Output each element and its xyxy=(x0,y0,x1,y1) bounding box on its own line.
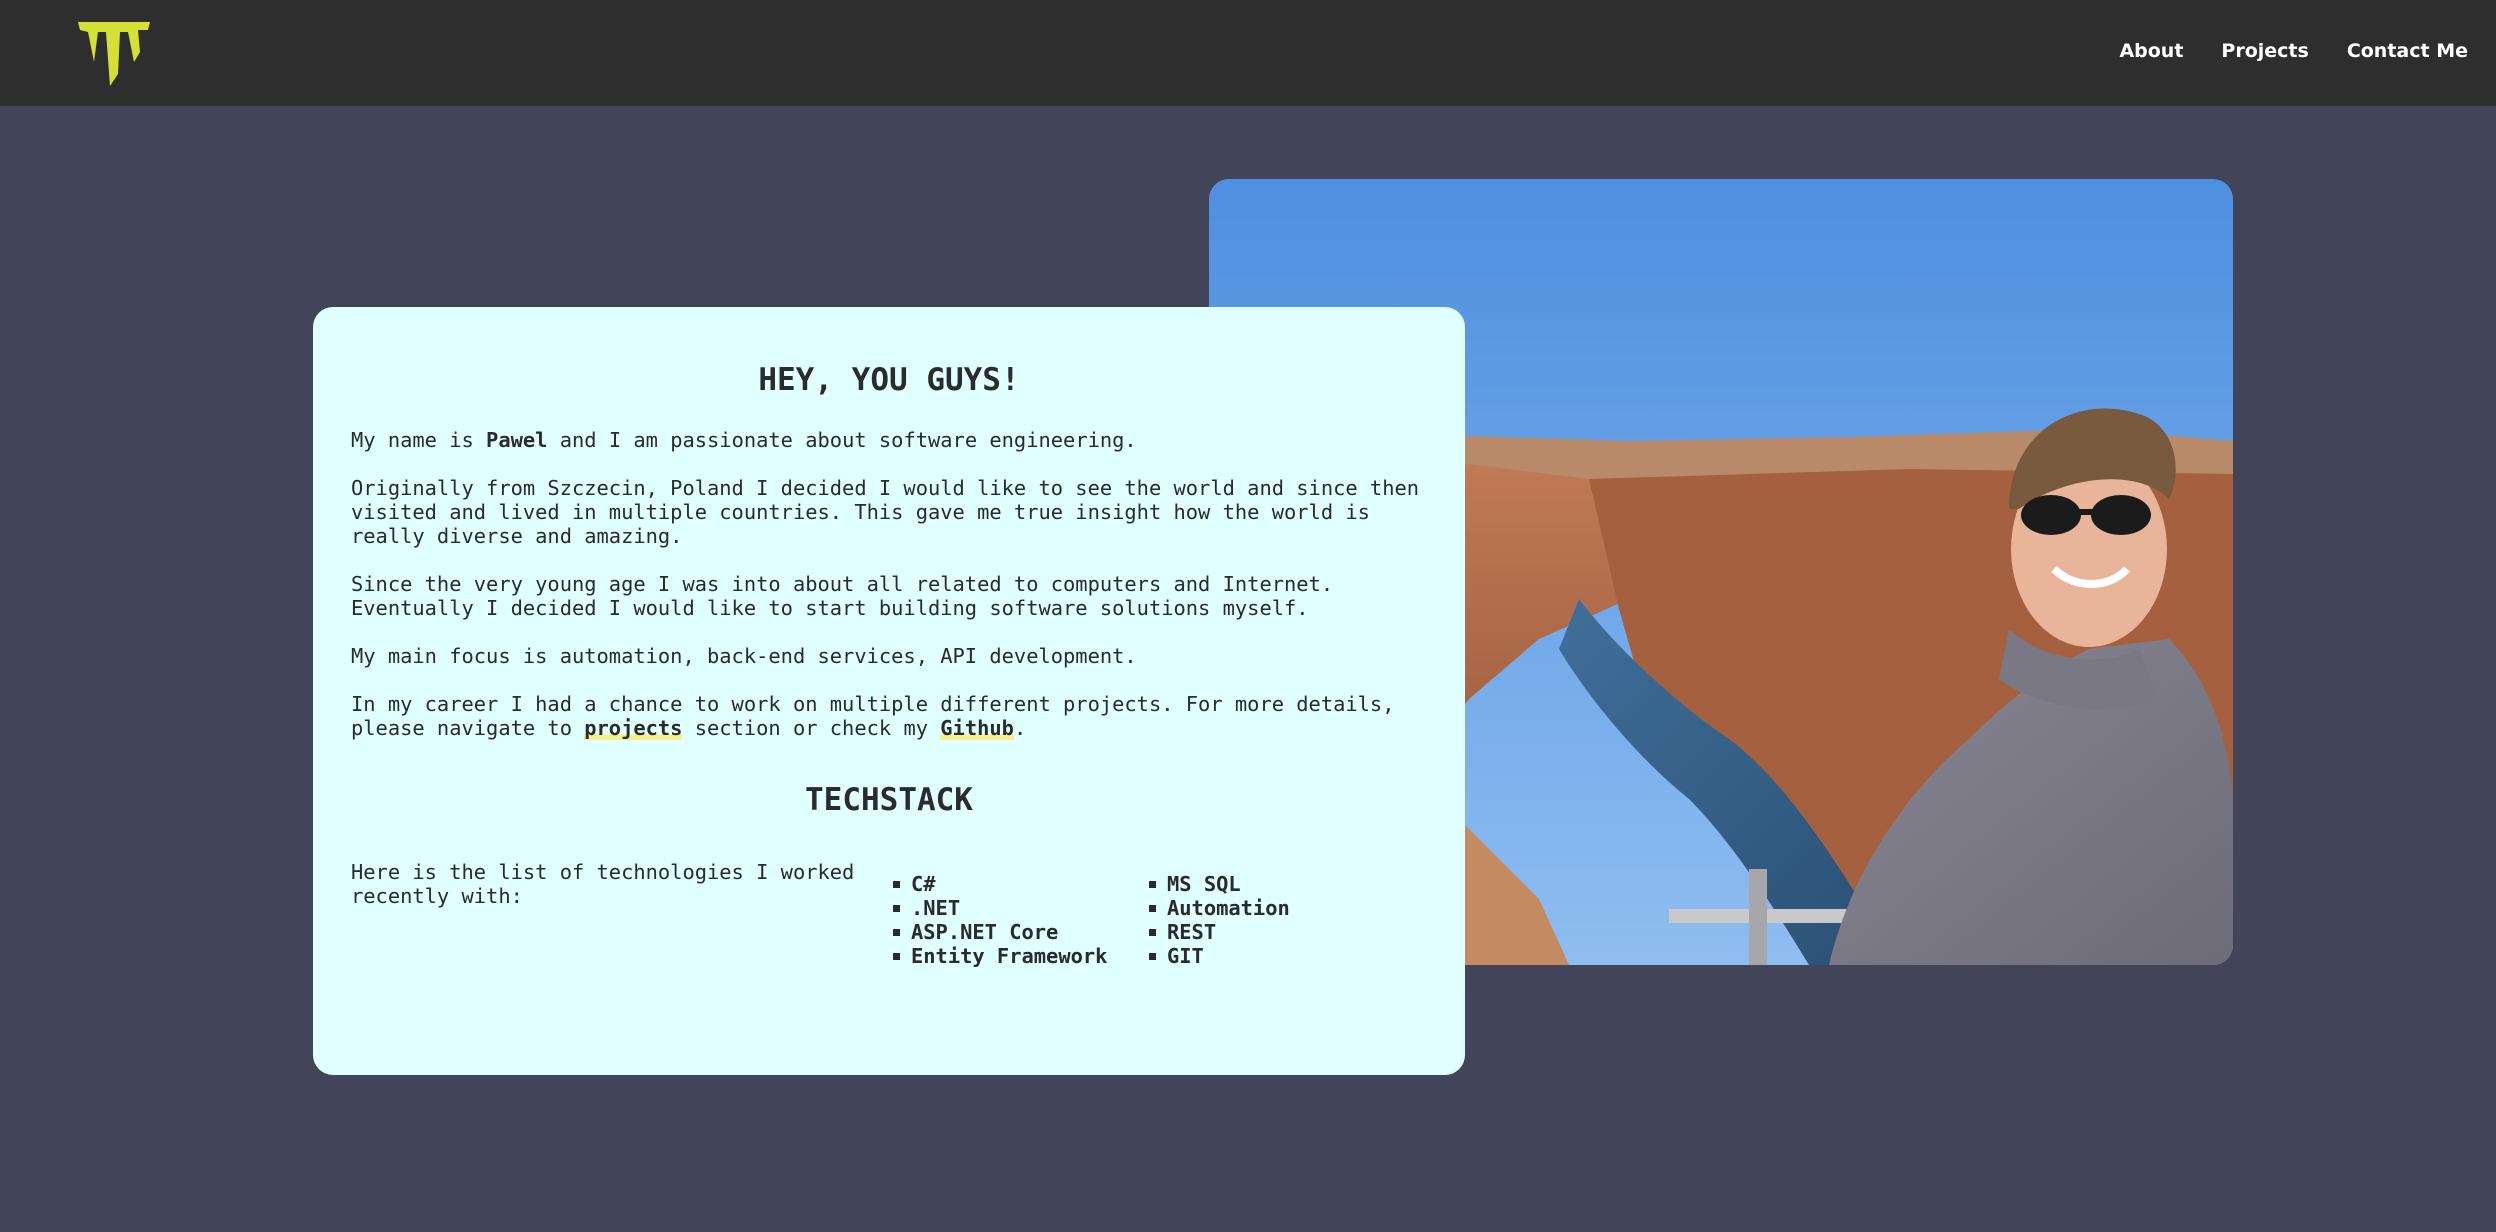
techstack-intro: Here is the list of technologies I worke… xyxy=(351,860,855,908)
nav-link-contact[interactable]: Contact Me xyxy=(2347,40,2468,62)
nav-links: About Projects Contact Me xyxy=(2119,40,2468,62)
github-link[interactable]: Github xyxy=(940,716,1014,740)
tp-logo-icon[interactable] xyxy=(78,22,150,86)
origin-paragraph: Originally from Szczecin, Poland I decid… xyxy=(351,476,1432,548)
about-card: HEY, YOU GUYS! My name is Pawel and I am… xyxy=(313,307,1465,1075)
career-suffix: . xyxy=(1013,716,1027,740)
projects-link[interactable]: projects xyxy=(584,716,683,740)
tech-item: Automation xyxy=(1147,896,1290,920)
background-paragraph: Since the very young age I was into abou… xyxy=(351,572,1346,620)
tech-item: GIT xyxy=(1147,944,1290,968)
career-middle: section or check my xyxy=(682,716,941,740)
top-navbar: About Projects Contact Me xyxy=(0,0,2496,106)
focus-paragraph: My main focus is automation, back-end se… xyxy=(351,644,1137,668)
nav-link-projects[interactable]: Projects xyxy=(2221,40,2308,62)
intro-suffix: and I am passionate about software engin… xyxy=(547,428,1137,452)
career-paragraph: In my career I had a chance to work on m… xyxy=(351,692,1427,740)
tech-item: C# xyxy=(891,872,1147,896)
tech-list-column-1: C# .NET ASP.NET Core Entity Framework xyxy=(891,872,1147,968)
intro-prefix: My name is xyxy=(351,428,487,452)
techstack-section: Here is the list of technologies I worke… xyxy=(351,860,1427,968)
tech-item: REST xyxy=(1147,920,1290,944)
tech-item: Entity Framework xyxy=(891,944,1147,968)
tech-item: ASP.NET Core xyxy=(891,920,1147,944)
about-title: HEY, YOU GUYS! xyxy=(758,362,1020,398)
tech-item: .NET xyxy=(891,896,1147,920)
tech-item: MS SQL xyxy=(1147,872,1290,896)
techstack-title: TECHSTACK xyxy=(805,782,973,818)
tech-list-column-2: MS SQL Automation REST GIT xyxy=(1147,872,1290,968)
intro-paragraph: My name is Pawel and I am passionate abo… xyxy=(351,428,1427,452)
intro-name: Pawel xyxy=(486,428,548,452)
nav-link-about[interactable]: About xyxy=(2119,40,2183,62)
